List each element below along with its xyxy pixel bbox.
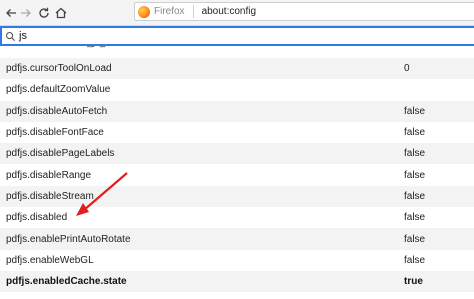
reload-button[interactable] (35, 4, 53, 22)
pref-value: false (404, 254, 426, 266)
pref-row[interactable]: pdfjs.defaultZoomValue (0, 79, 474, 100)
pref-name: pdfjs.enabledCache.state (6, 276, 127, 288)
forward-button[interactable] (17, 4, 35, 22)
forward-arrow-icon (21, 9, 31, 17)
pref-name: pdfjs.enablePrintAutoRotate (6, 233, 131, 245)
search-value[interactable]: js (19, 30, 27, 42)
pref-value: false (404, 148, 426, 160)
pref-row[interactable]: pdfjs.disableStream false (0, 185, 474, 208)
search-icon (6, 31, 16, 41)
pref-row[interactable]: pdfjs.disabled false (0, 207, 474, 228)
pref-value: false (404, 46, 425, 48)
pref-value: false (404, 190, 426, 202)
back-arrow-icon (6, 9, 16, 17)
search-row: js (0, 26, 474, 46)
pref-value: true (404, 276, 423, 288)
pref-name: pdfjs.disablePageLabels (6, 148, 115, 160)
home-icon (55, 7, 67, 19)
pref-name: pdfjs.disableFontFace (6, 127, 104, 139)
pref-name: pdfjs.cursorToolOnLoad (6, 63, 112, 75)
pref-name: pdfjs.disableStream (6, 190, 94, 202)
pref-row[interactable]: pdfjs.enabledCache.state true (0, 271, 474, 293)
url-text[interactable]: about:config (202, 6, 257, 17)
pref-value: false (404, 212, 426, 224)
pref-name: pdfjs.disableRange (6, 169, 92, 181)
pref-value: false (404, 127, 426, 139)
pref-row[interactable]: pdfjs.disableAutoFetch false (0, 100, 474, 122)
pref-name: pdfjs.enableWebGL (6, 254, 94, 266)
pref-row[interactable]: pdfjs.disablePageLabels false (0, 143, 474, 165)
firefox-logo-icon (138, 5, 150, 18)
pref-row[interactable]: pdfjs.cursorToolOnLoad 0 (0, 58, 474, 80)
pref-row[interactable]: pdfjs.disableFontFace false (0, 122, 474, 143)
search-input[interactable]: js (0, 26, 474, 46)
url-bar[interactable]: Firefox about:config (134, 2, 474, 21)
pref-row[interactable]: pdfjs.enablePrintAutoRotate false (0, 228, 474, 250)
browser-toolbar: Firefox about:config (0, 0, 474, 26)
reload-icon (39, 7, 49, 18)
pref-name: pdfjs.defaultZoomValue (6, 84, 111, 96)
preference-list: network.mdns.use_js_fallbackfalsepdfjs.c… (0, 46, 474, 299)
identity-label: Firefox (154, 5, 194, 18)
pref-row[interactable]: pdfjs.enableWebGL false (0, 250, 474, 271)
pref-row[interactable]: pdfjs.disableRange false (0, 165, 474, 186)
pref-name: network.mdns.use_js_fallback (6, 46, 139, 48)
home-button[interactable] (52, 4, 70, 22)
pref-name: pdfjs.disableAutoFetch (6, 105, 108, 117)
pref-name: pdfjs.disabled (6, 212, 68, 224)
pref-value: false (404, 169, 426, 181)
pref-value: false (404, 105, 426, 117)
pref-value: 0 (404, 63, 410, 75)
pref-value: false (404, 233, 426, 245)
